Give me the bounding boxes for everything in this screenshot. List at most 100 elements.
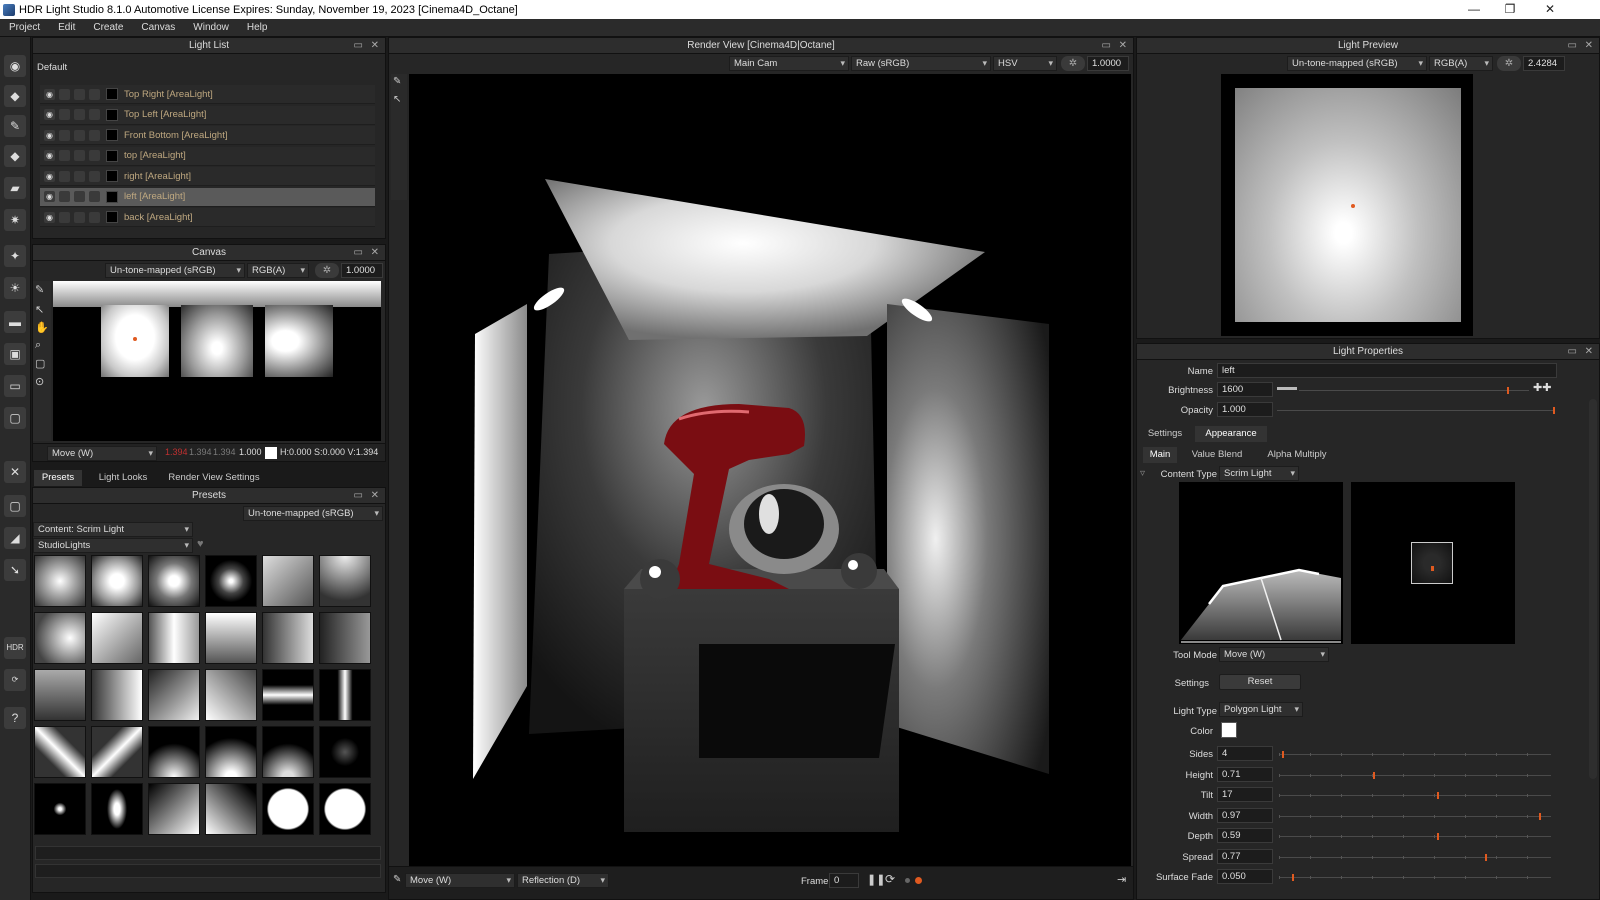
param-slider[interactable] xyxy=(1279,833,1551,840)
preset-thumbnail[interactable] xyxy=(91,726,143,778)
slider-knob[interactable] xyxy=(1437,792,1439,799)
param-input[interactable]: 17 xyxy=(1217,787,1273,802)
strip-light-icon[interactable]: ▰ xyxy=(4,177,26,199)
minimize-icon[interactable]: — xyxy=(1454,0,1494,19)
lock-icon[interactable] xyxy=(74,129,85,141)
preset-thumbnail[interactable] xyxy=(205,783,257,835)
brightness-increase-icon[interactable]: ✚✚ xyxy=(1533,381,1551,394)
preset-thumbnail[interactable] xyxy=(262,555,314,607)
presets-library-select[interactable]: StudioLights xyxy=(33,538,193,553)
render-viewport[interactable] xyxy=(409,74,1131,866)
preset-thumbnail[interactable] xyxy=(34,669,86,721)
menu-project[interactable]: Project xyxy=(0,22,49,33)
arrow-icon[interactable]: ➘ xyxy=(4,559,26,581)
render-tool-mode-select[interactable]: Move (W) xyxy=(405,873,515,888)
preview-channel-select[interactable]: RGB(A) xyxy=(1429,56,1493,71)
preset-thumbnail[interactable] xyxy=(34,555,86,607)
param-slider[interactable] xyxy=(1279,812,1551,820)
preset-thumbnail[interactable] xyxy=(148,783,200,835)
param-slider[interactable] xyxy=(1279,853,1551,861)
light-tool-icon[interactable]: ✦ xyxy=(4,245,26,267)
tab-settings[interactable]: Settings xyxy=(1139,426,1191,442)
refresh-icon[interactable]: ⟳ xyxy=(885,872,895,886)
light-color-swatch[interactable] xyxy=(1221,722,1237,738)
menu-canvas[interactable]: Canvas xyxy=(132,22,184,33)
diamond-light-icon[interactable]: ◆ xyxy=(4,145,26,167)
tab-light-looks[interactable]: Light Looks xyxy=(90,470,156,486)
preset-thumbnail[interactable] xyxy=(262,612,314,664)
preset-thumbnail[interactable] xyxy=(91,783,143,835)
render-exposure-input[interactable]: 1.0000 xyxy=(1087,56,1129,71)
preset-thumbnail[interactable] xyxy=(91,669,143,721)
paint-icon[interactable]: ✎ xyxy=(393,874,401,885)
lock-icon[interactable] xyxy=(74,211,85,223)
lock-icon[interactable] xyxy=(74,150,85,161)
help-icon[interactable]: ? xyxy=(4,707,26,729)
properties-scrollbar[interactable] xyxy=(1589,399,1597,779)
preset-thumbnail[interactable] xyxy=(319,669,371,721)
preset-thumbnail[interactable] xyxy=(34,612,86,664)
light-list-item[interactable]: ◉ left [AreaLight] xyxy=(40,187,375,207)
frame-icon[interactable]: ▢ xyxy=(4,495,26,517)
mute-icon[interactable] xyxy=(89,150,100,161)
camera-select[interactable]: Main Cam xyxy=(729,56,849,71)
preset-thumbnail[interactable] xyxy=(34,726,86,778)
zoom-icon[interactable]: ⌕ xyxy=(35,339,41,352)
preset-thumbnail[interactable] xyxy=(319,726,371,778)
canvas-tonemap-select[interactable]: Un-tone-mapped (sRGB) xyxy=(105,263,245,278)
light-list-item[interactable]: ◉ back [AreaLight] xyxy=(40,208,375,227)
subtab-value-blend[interactable]: Value Blend xyxy=(1183,447,1251,463)
param-input[interactable]: 4 xyxy=(1217,746,1273,761)
frame-input[interactable]: 0 xyxy=(829,873,859,888)
slider-knob[interactable] xyxy=(1539,812,1541,820)
param-input[interactable]: 0.97 xyxy=(1217,807,1273,823)
mute-icon[interactable] xyxy=(89,191,100,202)
preview-exposure-input[interactable]: 2.4284 xyxy=(1523,56,1565,71)
solo-icon[interactable] xyxy=(59,211,70,223)
light-list-item[interactable]: ◉ Top Left [AreaLight] xyxy=(40,105,375,125)
light-list-item[interactable]: ◉ right [AreaLight] xyxy=(40,167,375,186)
close-window-icon[interactable]: ✕ xyxy=(1530,0,1570,19)
hdr-icon[interactable]: HDR xyxy=(4,637,26,659)
preset-thumbnail[interactable] xyxy=(205,612,257,664)
delete-icon[interactable]: ✕ xyxy=(4,461,26,483)
close-panel-icon[interactable]: ✕ xyxy=(1585,38,1593,54)
colorspace-select[interactable]: Raw (sRGB) xyxy=(851,56,991,71)
lock-icon[interactable] xyxy=(74,88,85,100)
visibility-eye-icon[interactable]: ◉ xyxy=(44,150,55,161)
light-list-item[interactable]: ◉ Front Bottom [AreaLight] xyxy=(40,126,375,145)
undock-icon[interactable]: ▭ xyxy=(1102,38,1111,54)
visibility-eye-icon[interactable]: ◉ xyxy=(44,191,55,202)
close-panel-icon[interactable]: ✕ xyxy=(1119,38,1127,54)
paint-icon[interactable]: ✎ xyxy=(393,76,401,87)
light-paint-icon[interactable]: ◉ xyxy=(4,55,26,77)
brush-icon[interactable]: ✎ xyxy=(4,115,26,137)
exposure-icon[interactable]: ✲ xyxy=(1497,56,1521,71)
param-slider[interactable] xyxy=(1279,792,1551,799)
slider-knob[interactable] xyxy=(1292,874,1294,881)
opacity-input[interactable]: 1.000 xyxy=(1217,402,1273,417)
preset-thumbnail[interactable] xyxy=(205,669,257,721)
polygon-shape-editor[interactable] xyxy=(1179,482,1343,644)
visibility-eye-icon[interactable]: ◉ xyxy=(44,211,55,223)
rect-light-icon[interactable]: ◆ xyxy=(4,85,26,107)
presets-tonemap-select[interactable]: Un-tone-mapped (sRGB) xyxy=(243,506,383,521)
visibility-eye-icon[interactable]: ◉ xyxy=(44,129,55,141)
solo-icon[interactable] xyxy=(59,88,70,100)
reflection-select[interactable]: Reflection (D) xyxy=(517,873,609,888)
tool-mode-select[interactable]: Move (W) xyxy=(1219,647,1329,662)
lock-icon[interactable] xyxy=(74,109,85,120)
preset-thumbnail[interactable] xyxy=(319,612,371,664)
preset-thumbnail[interactable] xyxy=(205,726,257,778)
undock-icon[interactable]: ▭ xyxy=(1568,38,1577,54)
solo-icon[interactable] xyxy=(59,191,70,202)
marquee-icon[interactable]: ▢ xyxy=(35,357,45,370)
close-panel-icon[interactable]: ✕ xyxy=(371,245,379,261)
exposure-icon[interactable]: ✲ xyxy=(1061,56,1085,71)
tab-render-view-settings[interactable]: Render View Settings xyxy=(164,470,264,486)
slider-knob[interactable] xyxy=(1485,853,1487,861)
light-name-input[interactable]: left xyxy=(1217,363,1557,378)
preset-thumbnail[interactable] xyxy=(148,612,200,664)
close-panel-icon[interactable]: ✕ xyxy=(1585,344,1593,360)
param-input[interactable]: 0.77 xyxy=(1217,848,1273,864)
